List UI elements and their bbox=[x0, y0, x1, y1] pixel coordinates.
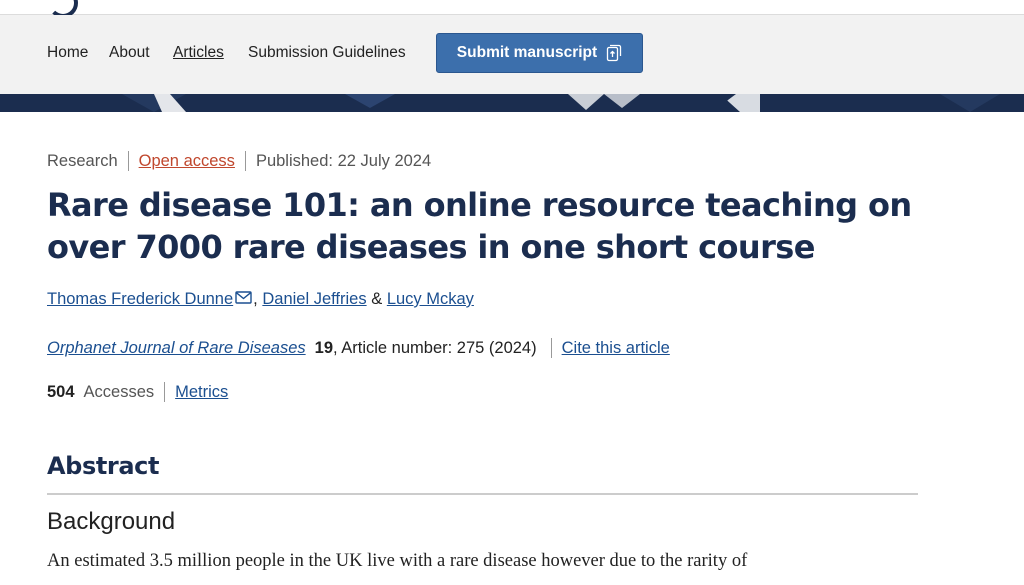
abstract-heading: Abstract bbox=[47, 452, 160, 480]
abstract-divider bbox=[47, 493, 918, 495]
mail-icon[interactable] bbox=[235, 290, 252, 309]
published-date: Published: 22 July 2024 bbox=[255, 151, 432, 170]
metrics-link[interactable]: Metrics bbox=[175, 383, 228, 402]
nav-submission-guidelines-link[interactable]: Submission Guidelines bbox=[248, 44, 406, 62]
author-separator: & bbox=[371, 290, 383, 308]
author-link-dunne[interactable]: Thomas Frederick Dunne bbox=[47, 290, 233, 309]
journal-link[interactable]: Orphanet Journal of Rare Diseases bbox=[47, 339, 306, 358]
external-link-icon bbox=[606, 44, 622, 62]
article-number: , Article number: 275 (2024) bbox=[333, 338, 537, 357]
author-list: Thomas Frederick Dunne , Daniel Jeffries… bbox=[47, 290, 474, 309]
accesses-count: 504 bbox=[47, 382, 75, 401]
cite-article-link[interactable]: Cite this article bbox=[562, 339, 670, 358]
article-accesses: 504 Accesses Metrics bbox=[47, 382, 228, 402]
journal-volume: 19 bbox=[314, 338, 333, 357]
decorative-banner bbox=[0, 94, 1024, 112]
open-access-link[interactable]: Open access bbox=[139, 152, 235, 171]
citation-divider bbox=[550, 338, 552, 358]
background-heading: Background bbox=[47, 508, 176, 535]
author-separator: , bbox=[253, 290, 258, 308]
abstract-background-text: An estimated 3.5 million people in the U… bbox=[47, 551, 748, 571]
site-header-strip bbox=[0, 0, 1024, 18]
journal-navbar: Home About Articles Submission Guideline… bbox=[0, 15, 1024, 94]
article-title: Rare disease 101: an online resource tea… bbox=[47, 186, 912, 266]
nav-about-link[interactable]: About bbox=[109, 44, 150, 62]
article-meta-line: Research Open access Published: 22 July … bbox=[47, 151, 431, 171]
author-link-jeffries[interactable]: Daniel Jeffries bbox=[262, 290, 366, 309]
meta-divider bbox=[244, 151, 246, 171]
article-type: Research bbox=[47, 151, 118, 170]
submit-manuscript-label: Submit manuscript bbox=[456, 44, 598, 61]
submit-manuscript-button[interactable]: Submit manuscript bbox=[436, 33, 643, 73]
meta-divider bbox=[127, 151, 129, 171]
accesses-divider bbox=[164, 382, 166, 402]
nav-home-link[interactable]: Home bbox=[47, 44, 88, 62]
accesses-label: Accesses bbox=[83, 382, 155, 401]
citation-line: Orphanet Journal of Rare Diseases 19 , A… bbox=[47, 338, 670, 358]
author-link-mckay[interactable]: Lucy Mckay bbox=[387, 290, 474, 309]
nav-articles-link[interactable]: Articles bbox=[173, 44, 224, 62]
